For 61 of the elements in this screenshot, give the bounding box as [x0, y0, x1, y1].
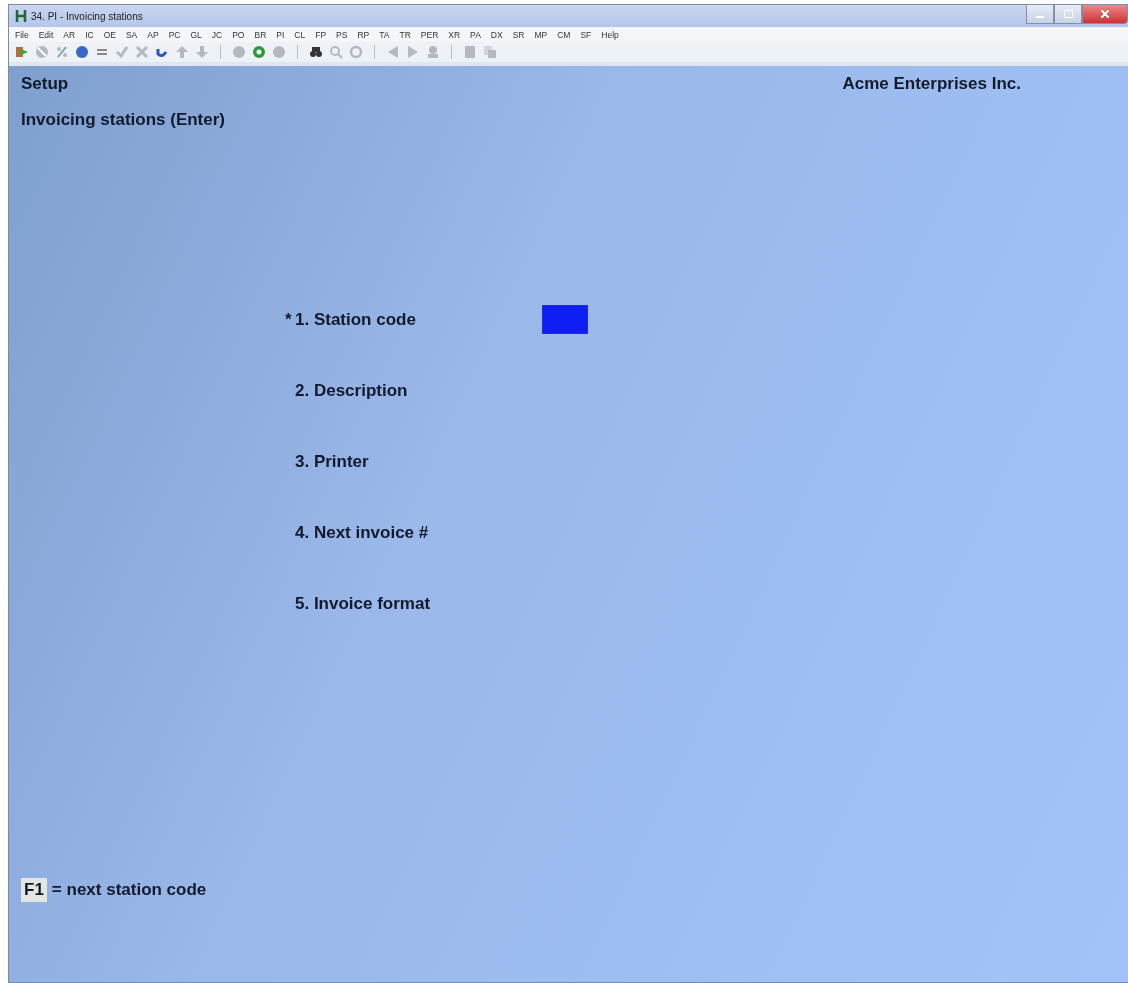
left-triangle-icon[interactable] — [386, 45, 400, 59]
menu-item[interactable]: BR — [254, 29, 267, 40]
menu-item[interactable]: GL — [190, 29, 202, 40]
menu-item[interactable]: XR — [448, 29, 461, 40]
check-icon[interactable] — [115, 45, 129, 59]
menu-item[interactable]: SR — [512, 29, 525, 40]
menu-item[interactable]: PS — [336, 29, 348, 40]
right-triangle-icon[interactable] — [406, 45, 420, 59]
stop-icon[interactable] — [35, 45, 49, 59]
menu-item[interactable]: CM — [557, 29, 571, 40]
screen-title: Invoicing stations (Enter) — [21, 110, 227, 130]
menu-item[interactable]: AR — [63, 29, 76, 40]
menu-item[interactable]: SF — [580, 29, 592, 40]
percent-icon[interactable] — [55, 45, 69, 59]
menu-item[interactable]: SA — [125, 29, 138, 40]
menu-item[interactable]: TA — [379, 29, 390, 40]
up-arrow-icon[interactable] — [175, 45, 189, 59]
down-arrow-icon[interactable] — [195, 45, 209, 59]
field-label: 3. Printer — [295, 451, 370, 472]
menu-item[interactable]: Help — [601, 29, 619, 40]
menu-item[interactable]: AP — [147, 29, 159, 40]
exit-icon[interactable] — [15, 45, 29, 59]
menu-item[interactable]: MP — [534, 29, 548, 40]
field-label: 1. Station code — [295, 309, 417, 330]
function-key[interactable]: F1 — [21, 878, 47, 902]
input-field[interactable] — [542, 305, 588, 334]
hint-text: = next station code — [51, 880, 207, 900]
menu-item[interactable]: FP — [315, 29, 327, 40]
binoculars-icon[interactable] — [309, 45, 323, 59]
required-marker: * — [285, 309, 292, 329]
menu-item[interactable]: OE — [103, 29, 116, 40]
menu-item[interactable]: PO — [232, 29, 245, 40]
company-name: Acme Enterprises Inc. — [842, 74, 1021, 94]
menu-item[interactable]: RP — [357, 29, 370, 40]
circle-icon[interactable] — [252, 45, 266, 59]
menu-item[interactable]: CL — [294, 29, 306, 40]
window-title: 34. PI - Invoicing stations — [31, 10, 144, 22]
menu-item[interactable]: PA — [470, 29, 481, 40]
close-button[interactable] — [1082, 4, 1128, 24]
menu-item[interactable]: TR — [399, 29, 411, 40]
copy-icon[interactable] — [483, 45, 497, 59]
field-label: 4. Next invoice # — [295, 522, 430, 543]
menu-item[interactable]: PC — [168, 29, 181, 40]
maximize-button[interactable] — [1054, 4, 1082, 24]
app-logo-icon — [15, 9, 27, 23]
menu-item[interactable]: Edit — [38, 29, 54, 40]
cross-icon[interactable] — [135, 45, 149, 59]
magnifier-icon[interactable] — [329, 45, 343, 59]
menu-item[interactable]: File — [15, 29, 29, 40]
menu-item[interactable]: DX — [490, 29, 503, 40]
menu-item[interactable]: JC — [211, 29, 223, 40]
circle-icon[interactable] — [272, 45, 286, 59]
field-label: 2. Description — [295, 380, 409, 401]
module-title: Setup — [21, 74, 69, 94]
menu-item[interactable]: PI — [276, 29, 285, 40]
minimize-button[interactable] — [1026, 4, 1054, 24]
circle-icon[interactable] — [232, 45, 246, 59]
menu-item[interactable]: PER — [420, 29, 439, 40]
menu-item[interactable]: IC — [85, 29, 94, 40]
refresh-icon[interactable] — [349, 45, 363, 59]
field-label: 5. Invoice format — [295, 593, 432, 614]
